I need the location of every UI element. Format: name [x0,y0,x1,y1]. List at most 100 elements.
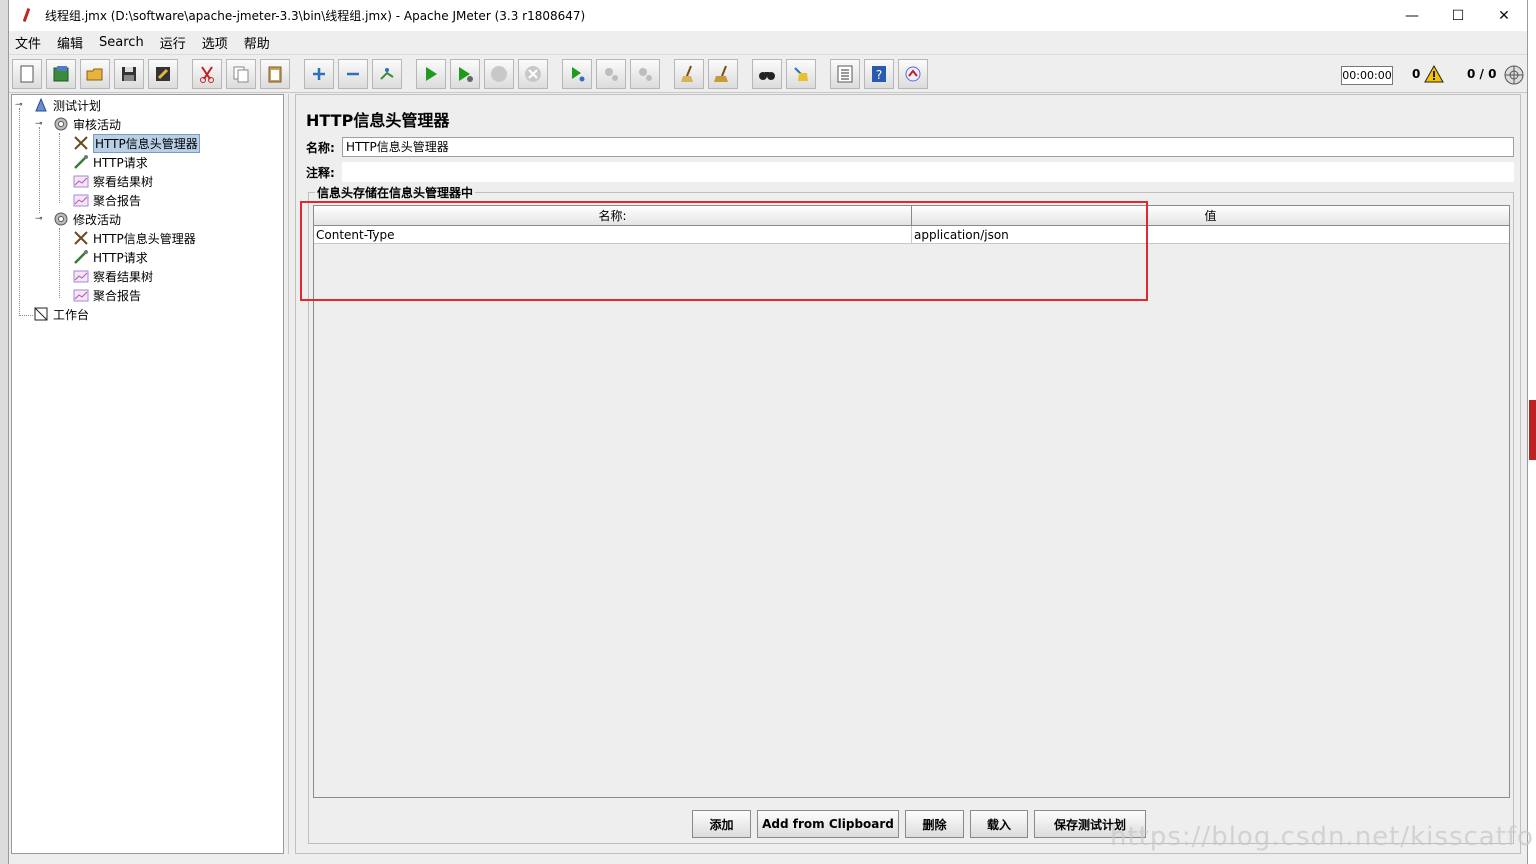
elapsed-timer: 00:00:00 [1341,66,1393,85]
collapse-button[interactable] [338,59,368,89]
templates-button[interactable] [46,59,76,89]
add-button[interactable]: 添加 [692,810,751,838]
tree-item-http-request-2[interactable]: HTTP请求 [72,248,148,266]
save-button[interactable] [114,59,144,89]
tree-item-test-plan[interactable]: 测试计划 [32,96,101,114]
save-as-button[interactable] [148,59,178,89]
function-helper-icon [837,65,853,83]
close-button[interactable]: ✕ [1481,0,1527,31]
workbench-icon [32,306,50,322]
warning-icon[interactable] [1424,65,1444,83]
reset-search-button[interactable] [786,59,816,89]
header-name-cell[interactable]: Content-Type [314,226,912,243]
load-button[interactable]: 载入 [970,810,1028,838]
remote-stop-button[interactable] [596,59,626,89]
window-title: 线程组.jmx (D:\software\apache-jmeter-3.3\b… [45,9,586,23]
tree-item-view-results-1[interactable]: 察看结果树 [72,172,153,190]
remote-stop-icon [605,68,618,81]
column-header-name[interactable]: 名称: [314,206,912,225]
headers-group-title: 信息头存储在信息头管理器中 [315,184,476,201]
cut-button[interactable] [192,59,222,89]
remote-start-button[interactable] [562,59,592,89]
clear-button[interactable] [674,59,704,89]
header-manager-panel: HTTP信息头管理器 名称: HTTP信息头管理器 注释: 信息头存储在信息头管… [295,94,1521,854]
open-button[interactable] [80,59,110,89]
table-header: 名称: 值 [314,206,1509,226]
tree-item-aggregate-report-1[interactable]: 聚合报告 [72,191,141,209]
add-from-clipboard-button[interactable]: Add from Clipboard [757,810,899,838]
tree-item-label: 审核活动 [73,117,122,132]
menu-bar: 文件 编辑 Search 运行 选项 帮助 [9,31,1527,53]
expand-icon [313,68,325,80]
menu-options[interactable]: 选项 [200,33,230,52]
delete-button[interactable]: 删除 [905,810,964,838]
shutdown-button[interactable] [518,59,548,89]
watermark: https://blog.csdn.net/kisscatforever [1110,822,1536,852]
test-plan-tree: ⊸ 测试计划 ⊸ 审核活动 HTTP信息头管理器 HTTP请求 察看结果树 聚合… [11,94,284,854]
listener-icon [72,192,90,208]
open-icon [86,68,103,81]
copy-button[interactable] [226,59,256,89]
tree-toggle-icon[interactable]: ⊸ [35,120,43,129]
templates-icon [53,66,69,82]
paste-button[interactable] [260,59,290,89]
header-value-cell[interactable]: application/json [912,226,1509,243]
help-button[interactable]: ? [864,59,894,89]
comment-input[interactable] [342,162,1514,182]
minimize-button[interactable]: — [1389,0,1435,31]
listener-icon [72,173,90,189]
menu-run[interactable]: 运行 [158,33,188,52]
title-bar[interactable]: 线程组.jmx (D:\software\apache-jmeter-3.3\b… [9,0,1527,31]
copy-icon [233,66,249,83]
search-button[interactable] [752,59,782,89]
tree-toggle-icon[interactable]: ⊸ [15,101,23,110]
tree-item-header-manager-1[interactable]: HTTP信息头管理器 [72,133,200,153]
background-window [0,0,8,864]
menu-search[interactable]: Search [97,35,146,50]
start-button[interactable] [416,59,446,89]
toggle-button[interactable] [372,59,402,89]
new-button[interactable] [12,59,42,89]
tree-toggle-icon[interactable]: ⊸ [35,215,43,224]
comment-row: 注释: [306,162,1514,182]
tree-item-view-results-2[interactable]: 察看结果树 [72,267,153,285]
tree-item-aggregate-report-2[interactable]: 聚合报告 [72,286,141,304]
remote-engines-icon[interactable] [1503,64,1525,86]
tree-item-label: HTTP信息头管理器 [93,231,196,246]
background-mark [1529,400,1536,460]
clear-all-button[interactable] [708,59,738,89]
stop-button[interactable] [484,59,514,89]
tree-connector [19,108,20,316]
tree-item-thread-group-modify[interactable]: 修改活动 [52,210,121,228]
expand-button[interactable] [304,59,334,89]
shutdown-icon [525,66,541,82]
tree-item-http-request-1[interactable]: HTTP请求 [72,153,148,171]
remote-shutdown-button[interactable] [630,59,660,89]
tree-item-workbench[interactable]: 工作台 [32,305,89,323]
menu-file[interactable]: 文件 [13,33,43,52]
table-row[interactable]: Content-Type application/json [314,226,1509,244]
maximize-button[interactable]: ☐ [1435,0,1481,31]
start-no-pause-button[interactable] [450,59,480,89]
tree-connector [59,228,60,298]
name-input[interactable]: HTTP信息头管理器 [342,137,1514,157]
column-header-value[interactable]: 值 [912,206,1509,225]
save-as-icon [156,67,170,81]
tree-item-label: 工作台 [53,307,90,322]
logger-icon [905,66,921,82]
name-row: 名称: HTTP信息头管理器 [306,137,1514,157]
function-helper-button[interactable] [830,59,860,89]
menu-edit[interactable]: 编辑 [55,33,85,52]
tree-item-header-manager-2[interactable]: HTTP信息头管理器 [72,229,196,247]
clear-all-icon [714,65,728,82]
thread-group-icon [52,116,70,132]
stop-icon [491,66,507,82]
panel-splitter[interactable] [284,94,294,854]
tree-connector [19,315,33,316]
start-no-pause-icon [459,67,473,82]
tree-item-thread-group-review[interactable]: 审核活动 [52,115,121,133]
menu-help[interactable]: 帮助 [242,33,272,52]
logger-button[interactable] [898,59,928,89]
tree-item-label: 测试计划 [53,98,102,113]
tree-item-label: HTTP请求 [93,250,148,265]
